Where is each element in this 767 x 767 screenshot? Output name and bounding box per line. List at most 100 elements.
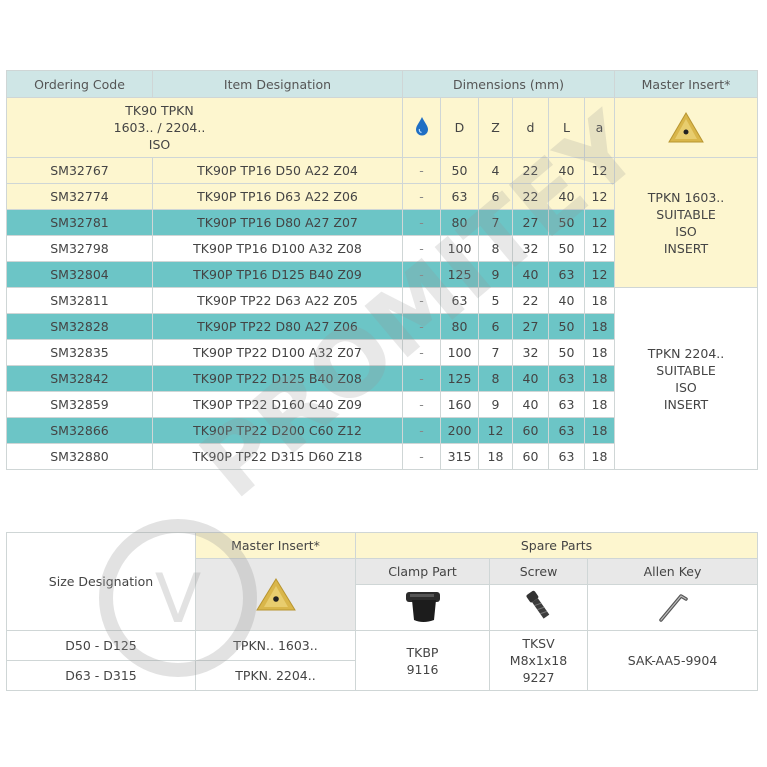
dim-Z: 7 [478, 209, 513, 236]
dim-L: 40 [548, 183, 585, 210]
dim-a: 12 [583, 261, 616, 288]
coolant-value: - [402, 339, 441, 366]
dim-a: 18 [583, 443, 616, 470]
dim-Z: 6 [478, 183, 513, 210]
dim-D: 125 [440, 365, 479, 392]
allen-key-value: SAK-AA5-9904 [586, 630, 759, 691]
coolant-value: - [402, 391, 441, 418]
clamp-part-value: TKBP 9116 [355, 630, 490, 691]
ordering-code-header: Ordering Code [6, 70, 153, 98]
dim-D: 100 [440, 339, 479, 366]
dim-d: 40 [512, 365, 549, 392]
insert-group-1603: TPKN 1603.. SUITABLE ISO INSERT [614, 157, 759, 288]
ordering-code: SM32828 [6, 313, 153, 340]
size-row-2: D63 - D315 [6, 660, 196, 691]
header-row: Ordering Code Item Designation Dimension… [6, 70, 759, 98]
dim-Z: 7 [478, 339, 513, 366]
col-a: a [583, 97, 616, 158]
dim-L: 50 [548, 339, 585, 366]
spare-insert-image [195, 558, 356, 631]
dim-L: 63 [548, 417, 585, 444]
col-L: L [548, 97, 585, 158]
dim-D: 160 [440, 391, 479, 418]
dim-Z: 9 [478, 261, 513, 288]
dim-L: 63 [548, 443, 585, 470]
spare-parts-header: Spare Parts [354, 532, 759, 559]
item-designation: TK90P TP16 D125 B40 Z09 [152, 261, 403, 288]
dim-D: 50 [440, 157, 479, 184]
dim-Z: 9 [478, 391, 513, 418]
dim-D: 315 [440, 443, 479, 470]
dim-a: 12 [583, 183, 616, 210]
screw-value: TKSV M8x1x18 9227 [489, 630, 588, 691]
ordering-code: SM32866 [6, 417, 153, 444]
col-Z: Z [478, 97, 513, 158]
item-designation-header: Item Designation [152, 70, 403, 98]
screw-image [489, 584, 588, 631]
dim-d: 40 [512, 391, 549, 418]
item-designation: TK90P TP16 D50 A22 Z04 [152, 157, 403, 184]
allen-key-image [586, 584, 759, 631]
item-designation: TK90P TP16 D100 A32 Z08 [152, 235, 403, 262]
dim-D: 80 [440, 313, 479, 340]
dim-a: 12 [583, 157, 616, 184]
dim-L: 63 [548, 261, 585, 288]
dim-d: 32 [512, 339, 549, 366]
dim-d: 22 [512, 157, 549, 184]
coolant-value: - [402, 235, 441, 262]
dim-d: 27 [512, 209, 549, 236]
subheader-row: TK90 TPKN 1603.. / 2204.. ISO D Z d L a [6, 97, 759, 158]
dim-D: 80 [440, 209, 479, 236]
item-designation: TK90P TP22 D80 A27 Z06 [152, 313, 403, 340]
coolant-value: - [402, 365, 441, 392]
ordering-code: SM32880 [6, 443, 153, 470]
dim-L: 50 [548, 209, 585, 236]
water-drop-icon [402, 97, 441, 158]
table-row: SM32811 TK90P TP22 D63 A22 Z05-63 5 22 40 18 T… [6, 287, 759, 470]
dim-d: 32 [512, 235, 549, 262]
product-table: Ordering Code Item Designation Dimension… [6, 70, 759, 470]
master-insert-image [614, 97, 759, 158]
item-designation: TK90P TP22 D200 C60 Z12 [152, 417, 403, 444]
insert-row-1: TPKN.. 1603.. [195, 630, 356, 661]
dim-Z: 4 [478, 157, 513, 184]
dim-L: 63 [548, 365, 585, 392]
dim-a: 18 [583, 417, 616, 444]
coolant-value: - [402, 183, 441, 210]
coolant-value: - [402, 287, 441, 314]
dim-d: 40 [512, 261, 549, 288]
dim-D: 63 [440, 183, 479, 210]
dim-Z: 8 [478, 365, 513, 392]
dim-a: 18 [583, 287, 616, 314]
insert-group-2204: TPKN 2204.. SUITABLE ISO INSERT [614, 287, 759, 470]
ordering-code: SM32835 [6, 339, 153, 366]
table-row: SM32767 TK90P TP16 D50 A22 Z04-50 4 22 40 12 T… [6, 157, 759, 288]
dim-D: 200 [440, 417, 479, 444]
size-row-1: D50 - D125 [6, 630, 196, 661]
dim-Z: 12 [478, 417, 513, 444]
dim-d: 60 [512, 417, 549, 444]
item-designation: TK90P TP16 D80 A27 Z07 [152, 209, 403, 236]
dim-d: 27 [512, 313, 549, 340]
master-insert-header: Master Insert* [614, 70, 759, 98]
coolant-value: - [402, 417, 441, 444]
spare-parts-table: Size Designation Master Insert* Spare Pa… [6, 532, 759, 691]
coolant-value: - [402, 157, 441, 184]
dim-d: 22 [512, 183, 549, 210]
spare-master-insert-header: Master Insert* [195, 532, 356, 559]
ordering-code: SM32767 [6, 157, 153, 184]
dim-a: 12 [583, 235, 616, 262]
dim-a: 18 [583, 365, 616, 392]
item-designation: TK90P TP22 D315 D60 Z18 [152, 443, 403, 470]
allen-key-header: Allen Key [586, 558, 759, 585]
ordering-code: SM32774 [6, 183, 153, 210]
dim-Z: 6 [478, 313, 513, 340]
item-designation: TK90P TP22 D63 A22 Z05 [152, 287, 403, 314]
col-d: d [512, 97, 549, 158]
ordering-code: SM32798 [6, 235, 153, 262]
col-D: D [440, 97, 479, 158]
ordering-code: SM32811 [6, 287, 153, 314]
item-designation: TK90P TP22 D125 B40 Z08 [152, 365, 403, 392]
ordering-code: SM32859 [6, 391, 153, 418]
dim-Z: 18 [478, 443, 513, 470]
